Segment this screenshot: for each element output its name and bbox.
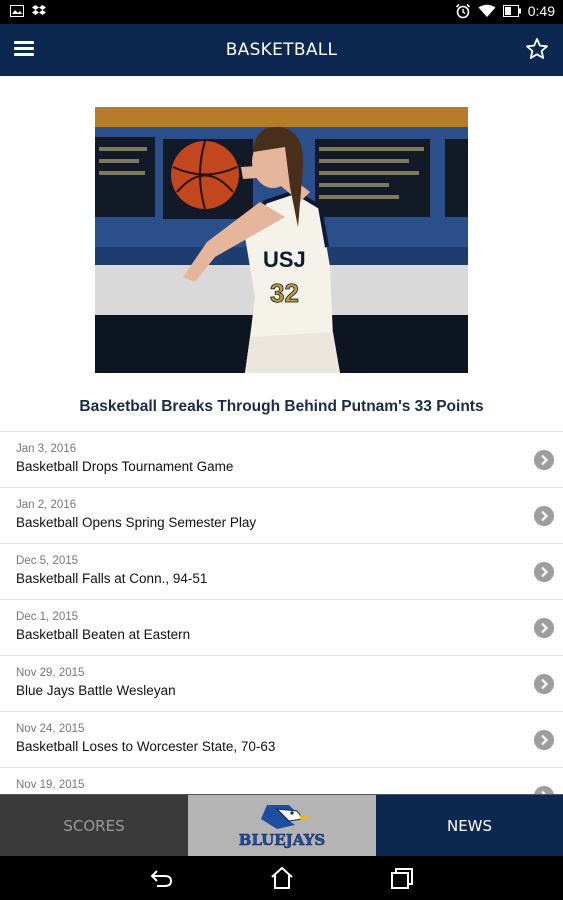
news-item[interactable]: Jan 2, 2016 Basketball Opens Spring Seme… — [0, 488, 563, 544]
tab-news-label: NEWS — [446, 817, 493, 835]
chevron-right-icon — [534, 674, 554, 694]
home-icon[interactable] — [268, 865, 296, 891]
news-title: Blue Jays Battle Wesleyan — [16, 683, 176, 698]
status-bar: 0:49 — [0, 0, 563, 24]
featured-headline[interactable]: Basketball Breaks Through Behind Putnam'… — [0, 398, 563, 416]
tab-news[interactable]: NEWS — [376, 795, 563, 857]
system-nav-bar — [0, 856, 563, 900]
back-icon[interactable] — [147, 865, 175, 891]
alarm-icon — [455, 3, 470, 19]
news-item[interactable]: Nov 24, 2015 Basketball Loses to Worcest… — [0, 712, 563, 768]
tab-home-logo[interactable]: BLUEJAYS — [188, 795, 376, 857]
page-title: BASKETBALL — [225, 40, 338, 60]
hero-photo[interactable]: USJ 32 — [95, 107, 468, 373]
tab-scores[interactable]: SCORES — [0, 795, 188, 857]
news-list: Jan 3, 2016 Basketball Drops Tournament … — [0, 431, 563, 794]
content-area: USJ 32 Basketball Breaks Through Behind … — [0, 76, 563, 794]
dropbox-icon — [32, 5, 46, 15]
news-date: Dec 1, 2015 — [16, 611, 79, 623]
chevron-right-icon — [534, 618, 554, 638]
chevron-right-icon — [534, 506, 554, 526]
news-item[interactable]: Dec 1, 2015 Basketball Beaten at Eastern — [0, 600, 563, 656]
news-title: Basketball Opens Spring Semester Play — [16, 515, 257, 530]
tab-scores-label: SCORES — [63, 817, 125, 835]
news-item[interactable]: Nov 19, 2015 — [0, 768, 563, 794]
star-icon[interactable] — [525, 37, 549, 61]
bottom-tab-bar: SCORES BLUEJAYS NEWS — [0, 794, 563, 857]
bluejays-logo: BLUEJAYS — [239, 805, 325, 849]
news-date: Dec 5, 2015 — [16, 555, 79, 567]
status-time: 0:49 — [527, 3, 555, 19]
jersey-number: 32 — [270, 278, 299, 308]
news-title: Basketball Drops Tournament Game — [16, 459, 234, 474]
news-date: Nov 24, 2015 — [16, 723, 85, 735]
news-date: Jan 3, 2016 — [16, 443, 77, 455]
news-date: Nov 19, 2015 — [16, 779, 85, 791]
chevron-right-icon — [534, 562, 554, 582]
news-item[interactable]: Dec 5, 2015 Basketball Falls at Conn., 9… — [0, 544, 563, 600]
wifi-icon — [478, 4, 496, 17]
jersey-text: USJ — [263, 247, 306, 272]
logo-text: BLUEJAYS — [239, 831, 325, 849]
news-item[interactable]: Jan 3, 2016 Basketball Drops Tournament … — [0, 432, 563, 488]
hero-image: USJ 32 — [95, 107, 468, 373]
chevron-right-icon — [534, 786, 554, 794]
news-date: Nov 29, 2015 — [16, 667, 85, 679]
news-title: Basketball Loses to Worcester State, 70-… — [16, 739, 276, 754]
news-title: Basketball Beaten at Eastern — [16, 627, 191, 642]
battery-icon — [502, 5, 521, 17]
recents-icon[interactable] — [388, 865, 416, 891]
app-bar: BASKETBALL — [0, 24, 563, 77]
chevron-right-icon — [534, 730, 554, 750]
news-date: Jan 2, 2016 — [16, 499, 77, 511]
chevron-right-icon — [534, 450, 554, 470]
gallery-icon — [10, 5, 24, 17]
news-title: Basketball Falls at Conn., 94-51 — [16, 571, 208, 586]
news-item[interactable]: Nov 29, 2015 Blue Jays Battle Wesleyan — [0, 656, 563, 712]
